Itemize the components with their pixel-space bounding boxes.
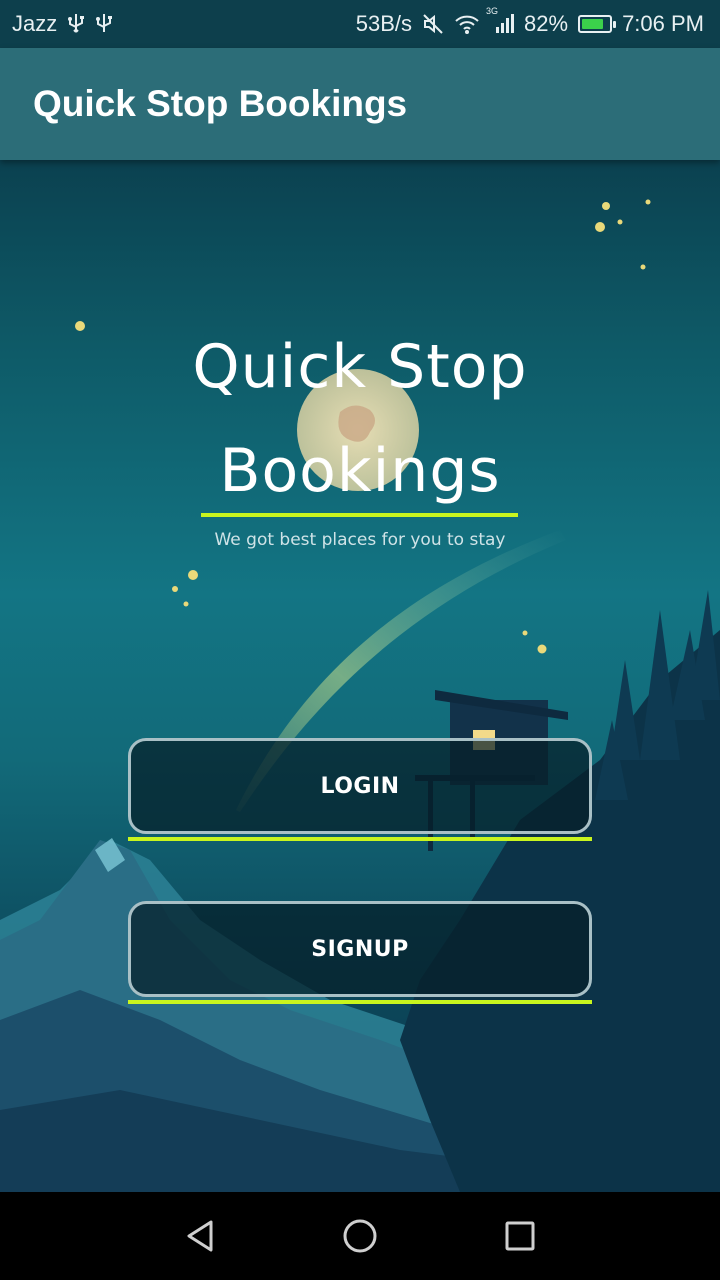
clock: 7:06 PM — [622, 11, 704, 36]
signup-underline — [128, 1000, 592, 1004]
tagline: We got best places for you to stay — [214, 530, 506, 550]
net-speed: 53B/s — [355, 11, 413, 36]
back-icon[interactable] — [175, 1211, 225, 1261]
app-bar: Quick Stop Bookings — [0, 48, 720, 160]
app-title: Quick Stop Bookings — [33, 83, 408, 124]
usb-icon — [67, 12, 85, 36]
home-icon[interactable] — [335, 1211, 385, 1261]
hero-title-line1: Quick Stop — [192, 332, 528, 402]
network-type: 3G — [486, 6, 499, 16]
mute-icon — [422, 12, 444, 36]
night-landscape-illustration — [0, 199, 720, 1192]
usb-icon — [95, 12, 113, 36]
login-underline — [128, 837, 592, 841]
title-underline — [201, 513, 518, 517]
wifi-icon — [454, 12, 480, 36]
hero-title-line2: Bookings — [219, 436, 501, 506]
signup-button[interactable]: SIGNUP — [128, 901, 592, 997]
signal-icon: 3G — [486, 6, 515, 36]
login-button[interactable]: LOGIN — [128, 738, 592, 834]
status-bar: Jazz 53B/s 3G 82% 7:06 PM — [0, 0, 720, 48]
battery-percent: 82% — [524, 11, 569, 36]
navigation-bar — [0, 1192, 720, 1280]
battery-icon — [578, 15, 617, 33]
hero-scene: Quick Stop Bookings We got best places f… — [0, 160, 720, 1192]
recents-icon[interactable] — [495, 1211, 545, 1261]
carrier-label: Jazz — [12, 11, 58, 36]
